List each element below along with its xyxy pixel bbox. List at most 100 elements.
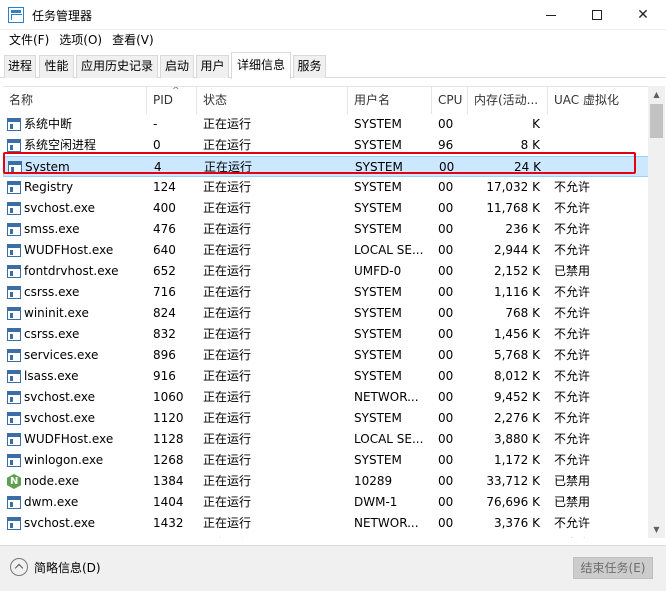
column-header-name[interactable]: 名称: [3, 87, 147, 114]
cell-name: svchost.exe: [3, 198, 147, 219]
table-row[interactable]: services.exe 896 正在运行 SYSTEM 00 5,768 K 不允许: [3, 345, 649, 366]
table-row[interactable]: smss.exe 476 正在运行 SYSTEM 00 236 K 不允许: [3, 219, 649, 240]
table-row[interactable]: Registry 124 正在运行 SYSTEM 00 17,032 K 不允许: [3, 177, 649, 198]
cell-status: 正在运行: [203, 264, 252, 278]
table-row[interactable]: winlogon.exe 1268 正在运行 SYSTEM 00 1,172 K 不允许: [3, 450, 649, 471]
task-manager-icon: [8, 7, 24, 23]
title-bar: 任务管理器 ✕: [0, 0, 666, 30]
table-row[interactable]: csrss.exe 832 正在运行 SYSTEM 00 1,456 K 不允许: [3, 324, 649, 345]
tab-services[interactable]: 服务: [293, 55, 326, 78]
cell-status: 正在运行: [203, 495, 252, 509]
menu-bar: 文件(F) 选项(O) 查看(V): [0, 30, 666, 51]
table-header: 名称 PID ^ 状态 用户名 CPU 内存(活动... UAC 虚拟化: [3, 87, 649, 114]
cell-status: 正在运行: [203, 453, 252, 467]
cell-name: WUDFHost.exe: [3, 429, 147, 450]
process-name: System: [25, 160, 70, 174]
process-icon: [7, 265, 21, 278]
scroll-thumb[interactable]: [650, 104, 663, 138]
cell-user: UMFD-0: [354, 264, 402, 278]
end-task-button[interactable]: 结束任务(E): [573, 557, 653, 579]
cell-cpu: 00: [438, 432, 454, 446]
cell-status: 正在运行: [203, 180, 252, 194]
cell-user: SYSTEM: [354, 306, 402, 320]
vertical-scrollbar[interactable]: ▲ ▼: [648, 86, 665, 538]
cell-uac: 不允许: [554, 390, 591, 404]
cell-memory: 3,880 K: [493, 432, 540, 446]
table-row[interactable]: 系统中断 - 正在运行 SYSTEM 00 K: [3, 114, 649, 135]
table-row[interactable]: fontdrvhost.exe 652 正在运行 UMFD-0 00 2,152 K 已禁用: [3, 261, 649, 282]
table-row[interactable]: node.exe 1384 正在运行 10289 00 33,712 K 已禁用: [3, 471, 649, 492]
column-header-uac[interactable]: UAC 虚拟化: [548, 87, 649, 114]
cell-uac: 不允许: [554, 369, 591, 383]
cell-name: dwm.exe: [3, 492, 147, 513]
column-header-pid[interactable]: PID ^: [147, 87, 197, 114]
column-header-cpu[interactable]: CPU: [432, 87, 468, 114]
tab-users[interactable]: 用户: [196, 55, 229, 78]
scroll-up-icon[interactable]: ▲: [648, 86, 665, 103]
table-row[interactable]: svchost.exe 1060 正在运行 NETWOR... 00 9,452 K 不允许: [3, 387, 649, 408]
cell-cpu: 00: [438, 348, 454, 362]
table-row[interactable]: svchost.exe 1460正在运行LOCAL SE...00860 K不允许: [3, 534, 649, 538]
status-bar: 简略信息(D) 结束任务(E): [0, 545, 666, 591]
table-row[interactable]: svchost.exe 1120 正在运行 SYSTEM 00 2,276 K 不允许: [3, 408, 649, 429]
cell-name: System: [4, 157, 148, 178]
cell-status: 正在运行: [203, 285, 252, 299]
process-name: node.exe: [24, 474, 80, 488]
cell-name: smss.exe: [3, 219, 147, 240]
cell-cpu: 00: [438, 180, 454, 194]
cell-status: 正在运行: [203, 369, 252, 383]
tab-details[interactable]: 详细信息: [231, 52, 291, 79]
table-row[interactable]: csrss.exe 716 正在运行 SYSTEM 00 1,116 K 不允许: [3, 282, 649, 303]
cell-name: services.exe: [3, 345, 147, 366]
column-header-user[interactable]: 用户名: [348, 87, 432, 114]
process-name: 系统中断: [24, 117, 73, 131]
table-row[interactable]: svchost.exe 400 正在运行 SYSTEM 00 11,768 K 不允许: [3, 198, 649, 219]
table-row[interactable]: dwm.exe 1404 正在运行 DWM-1 00 76,696 K 已禁用: [3, 492, 649, 513]
cell-user: SYSTEM: [354, 411, 402, 425]
table-row[interactable]: 系统空闲进程 0 正在运行 SYSTEM 96 8 K: [3, 135, 649, 156]
cell-status: 正在运行: [203, 222, 252, 236]
cell-cpu: 00: [438, 222, 454, 236]
close-button[interactable]: ✕: [620, 0, 666, 30]
process-icon: [7, 517, 21, 530]
cell-user: SYSTEM: [354, 117, 402, 131]
cell-pid: 1432: [153, 516, 184, 530]
table-row[interactable]: WUDFHost.exe 640 正在运行 LOCAL SE... 00 2,944 K 不…: [3, 240, 649, 261]
cell-cpu: 00: [438, 453, 454, 467]
table-row[interactable]: WUDFHost.exe 1128 正在运行 LOCAL SE... 00 3,880 K…: [3, 429, 649, 450]
cell-cpu: 00: [439, 160, 455, 174]
column-header-memory[interactable]: 内存(活动...: [468, 87, 548, 114]
menu-options[interactable]: 选项(O): [54, 30, 107, 51]
tab-app-history[interactable]: 应用历史记录: [76, 55, 158, 78]
table-row[interactable]: svchost.exe 1432 正在运行 NETWOR... 00 3,376 K 不允许: [3, 513, 649, 534]
less-details-link[interactable]: 简略信息(D): [34, 559, 101, 576]
cell-uac: 不允许: [554, 348, 591, 362]
cell-memory: 3,376 K: [493, 516, 540, 530]
tab-startup[interactable]: 启动: [160, 55, 194, 78]
table-row[interactable]: System 4 正在运行 SYSTEM 00 24 K: [3, 156, 649, 177]
menu-view[interactable]: 查看(V): [107, 30, 159, 51]
cell-name: winlogon.exe: [3, 450, 147, 471]
maximize-button[interactable]: [574, 0, 620, 30]
cell-cpu: 00: [438, 117, 454, 131]
cell-uac: 已禁用: [554, 495, 591, 509]
tab-bar: 进程 性能 应用历史记录 启动 用户 详细信息 服务: [0, 52, 666, 79]
column-header-status[interactable]: 状态: [197, 87, 348, 114]
tab-processes[interactable]: 进程: [4, 55, 36, 78]
chevron-up-circle-icon[interactable]: [10, 558, 28, 576]
cell-cpu: 00: [438, 264, 454, 278]
table-row[interactable]: lsass.exe 916 正在运行 SYSTEM 00 8,012 K 不允许: [3, 366, 649, 387]
tab-performance[interactable]: 性能: [39, 55, 74, 78]
table-row[interactable]: wininit.exe 824 正在运行 SYSTEM 00 768 K 不允许: [3, 303, 649, 324]
cell-uac: 不允许: [554, 432, 591, 446]
cell-cpu: 00: [432, 534, 468, 538]
cell-name: 系统中断: [3, 114, 147, 135]
process-icon: [7, 202, 21, 215]
menu-file[interactable]: 文件(F): [4, 30, 54, 51]
process-name: csrss.exe: [24, 327, 80, 341]
minimize-button[interactable]: [528, 0, 574, 30]
cell-memory: 2,944 K: [493, 243, 540, 257]
cell-cpu: 00: [438, 474, 454, 488]
cell-cpu: 96: [438, 138, 454, 152]
scroll-down-icon[interactable]: ▼: [648, 521, 665, 538]
